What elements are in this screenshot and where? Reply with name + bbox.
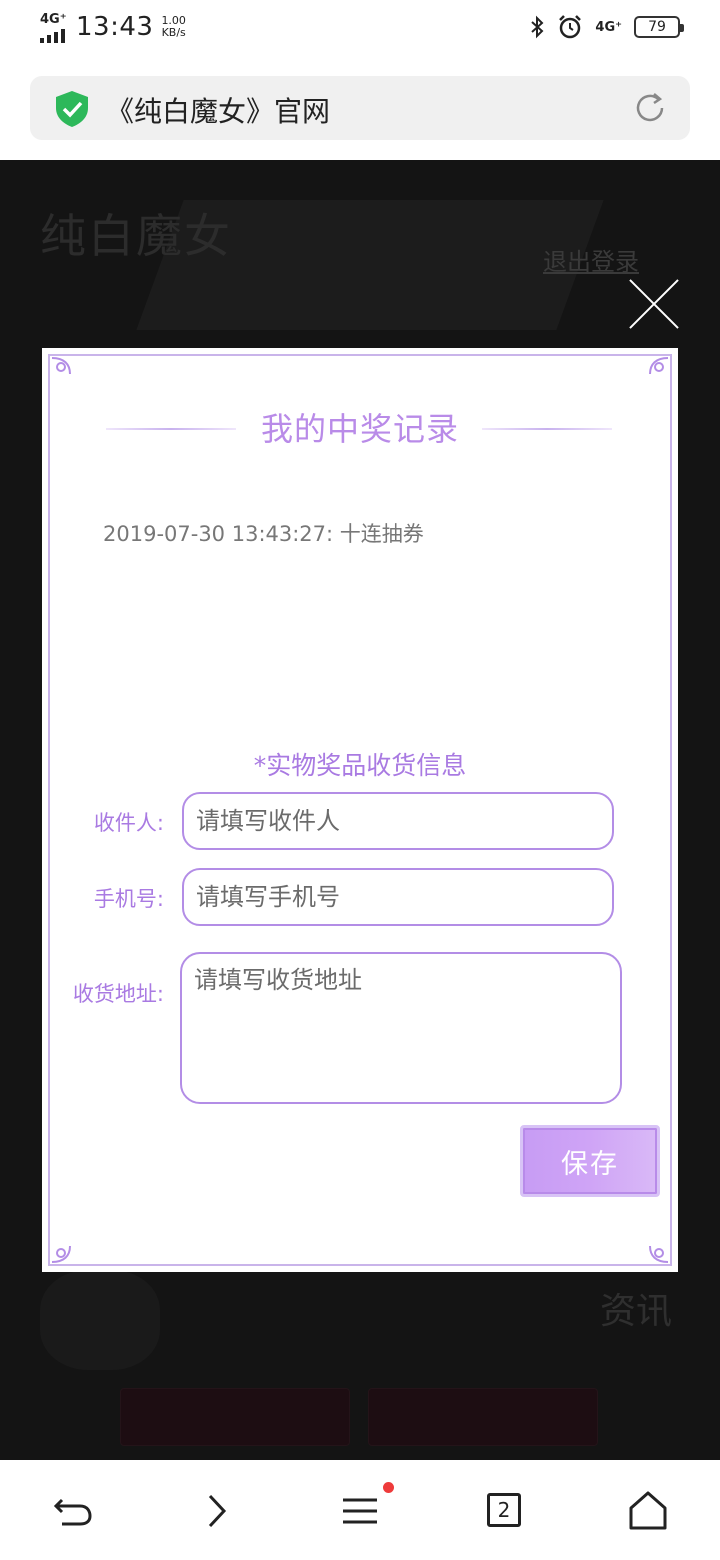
status-right: 4G⁺ 79: [529, 14, 684, 40]
back-icon[interactable]: [48, 1486, 98, 1536]
cellular-signal-icon: 4G⁺: [38, 12, 70, 43]
browser-bottom-nav: 2: [0, 1460, 720, 1560]
save-button[interactable]: 保存: [520, 1125, 660, 1197]
corner-ornament-icon: [51, 357, 71, 375]
background-button-right: [368, 1388, 598, 1446]
network-type: 4G⁺: [40, 12, 67, 27]
page-title: 《纯白魔女》官网: [106, 95, 331, 128]
background-button-left: [120, 1388, 350, 1446]
alarm-icon: [559, 15, 582, 39]
close-icon[interactable]: [626, 276, 682, 332]
prize-record-item: 2019-07-30 13:43:27: 十连抽券: [103, 522, 424, 546]
phone-input[interactable]: [182, 868, 614, 926]
corner-ornament-icon: [51, 1245, 71, 1263]
address-label: 收货地址:: [72, 982, 164, 1006]
status-bar: 4G⁺ 13:43 1.00 KB/s 4G⁺ 79: [0, 0, 720, 56]
dialog-header: 我的中奖记录: [42, 404, 678, 448]
notification-dot: [383, 1482, 394, 1493]
logout-link[interactable]: 退出登录: [543, 242, 639, 277]
forward-icon[interactable]: [192, 1486, 242, 1536]
battery-level: 79: [648, 19, 666, 35]
reload-icon[interactable]: [632, 90, 668, 126]
site-logo: 纯白魔女: [40, 209, 232, 263]
speed-unit: KB/s: [161, 26, 186, 39]
news-heading: 资讯: [600, 1291, 673, 1332]
address-textarea[interactable]: [180, 952, 622, 1104]
bluetooth-icon: [531, 15, 544, 39]
recipient-input[interactable]: [182, 792, 614, 850]
recipient-label: 收件人:: [93, 811, 164, 835]
prize-record-dialog: 我的中奖记录 2019-07-30 13:43:27: 十连抽券 *实物奖品收货…: [42, 348, 678, 1272]
battery-icon: 79: [634, 16, 684, 38]
secure-shield-icon: [56, 91, 88, 127]
home-icon[interactable]: [623, 1486, 673, 1536]
shipping-info-title: *实物奖品收货信息: [253, 751, 467, 780]
dialog-title: 我的中奖记录: [260, 410, 459, 448]
corner-ornament-icon: [649, 357, 669, 375]
network-speed: 1.00 KB/s: [161, 15, 186, 39]
network-type-right: 4G⁺: [595, 19, 622, 35]
corner-ornament-icon: [649, 1245, 669, 1263]
status-left: 4G⁺ 13:43 1.00 KB/s: [38, 12, 186, 43]
browser-toolbar: 《纯白魔女》官网: [0, 56, 720, 160]
character-art: [40, 1270, 160, 1370]
address-bar[interactable]: 《纯白魔女》官网: [30, 76, 690, 140]
menu-icon[interactable]: [335, 1486, 385, 1536]
clock: 13:43: [76, 12, 154, 42]
tabs-button[interactable]: 2: [487, 1493, 521, 1527]
phone-label: 手机号:: [93, 887, 164, 911]
title-divider-right: [482, 428, 612, 430]
